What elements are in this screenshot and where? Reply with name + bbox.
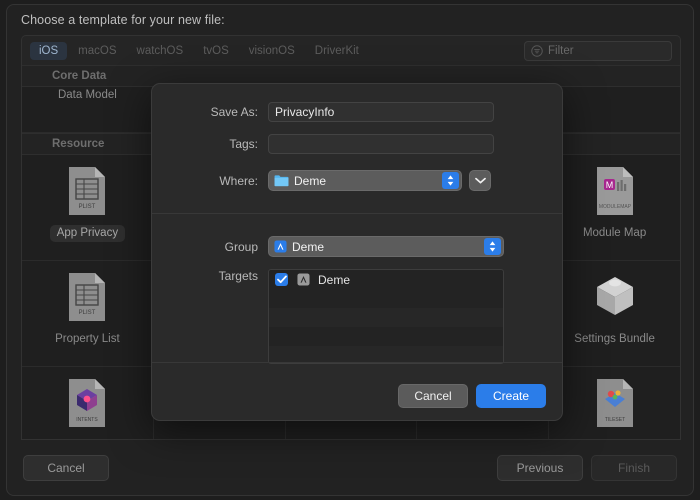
filter-placeholder: Filter: [548, 45, 574, 57]
filter-field[interactable]: Filter: [524, 41, 672, 61]
tab-macos[interactable]: macOS: [69, 42, 125, 60]
target-list-item[interactable]: [269, 308, 503, 327]
settings-bundle-icon: [596, 277, 633, 315]
targets-row: Targets Deme: [152, 269, 562, 364]
folder-icon: [274, 175, 289, 187]
new-file-template-window: Choose a template for your new file: iOS…: [6, 4, 694, 496]
tab-tvos[interactable]: tvOS: [194, 42, 238, 60]
sheet-cancel-button[interactable]: Cancel: [398, 384, 468, 408]
svg-text:M: M: [605, 180, 613, 190]
where-label: Where:: [219, 173, 258, 188]
svg-text:INTENTS: INTENTS: [77, 417, 99, 423]
targets-label: Targets: [218, 269, 258, 283]
platform-tabbar: iOS macOS watchOS tvOS visionOS DriverKi…: [21, 35, 681, 65]
tags-input[interactable]: [268, 134, 494, 154]
tags-label: Tags:: [229, 137, 258, 151]
template-cell[interactable]: Data Model: [22, 87, 154, 105]
modulemap-file-icon: M MODULEMAP: [596, 167, 633, 215]
template-label: Settings Bundle: [574, 333, 655, 345]
save-file-sheet: Save As: PrivacyInfo Tags: Where: Deme G…: [151, 83, 563, 421]
tab-driverkit[interactable]: DriverKit: [306, 42, 368, 60]
expand-browser-button[interactable]: [469, 170, 491, 191]
template-label: Data Model: [57, 89, 117, 101]
target-list-item[interactable]: [269, 327, 503, 346]
targets-list[interactable]: Deme: [268, 269, 504, 364]
window-footer: Cancel Previous Finish: [7, 441, 693, 495]
tab-visionos[interactable]: visionOS: [240, 42, 304, 60]
template-label: Module Map: [582, 227, 647, 239]
target-checkbox[interactable]: [275, 273, 288, 286]
tileset-file-icon: TILESET: [596, 379, 633, 427]
save-as-input[interactable]: PrivacyInfo: [268, 102, 494, 122]
group-popup-button[interactable]: Deme: [268, 236, 504, 257]
plist-file-icon: PLIST: [69, 273, 106, 321]
previous-button[interactable]: Previous: [497, 455, 583, 481]
plist-file-icon: PLIST: [69, 167, 106, 215]
where-value: Deme: [294, 173, 327, 188]
template-label: SpriteKit: [322, 437, 379, 439]
page-title: Choose a template for your new file:: [21, 13, 225, 27]
template-label: SpriteKit Action: [173, 437, 265, 439]
template-label: SiriKit Intent: [49, 437, 125, 439]
chevron-down-icon: [474, 177, 486, 184]
target-list-item[interactable]: [269, 289, 503, 308]
sheet-top-section: Save As: PrivacyInfo Tags: Where: Deme: [152, 84, 562, 213]
template-label: App Privacy: [49, 225, 126, 243]
where-row: Where: Deme: [152, 170, 562, 191]
intents-file-icon: INTENTS: [69, 379, 106, 427]
svg-text:TILESET: TILESET: [604, 417, 624, 423]
sheet-divider-bottom: [152, 362, 562, 363]
tags-row: Tags:: [152, 134, 562, 154]
svg-text:PLIST: PLIST: [79, 204, 96, 210]
svg-text:MODULEMAP: MODULEMAP: [598, 204, 631, 210]
template-label: SpriteKit Scene: [436, 437, 529, 439]
chevron-updown-icon[interactable]: [442, 172, 459, 189]
template-cell-app-privacy[interactable]: PLIST App Privacy: [22, 155, 154, 260]
save-as-row: Save As: PrivacyInfo: [152, 102, 562, 122]
sheet-actions: Cancel Create: [152, 372, 562, 408]
target-list-item[interactable]: Deme: [269, 270, 503, 289]
group-label: Group: [224, 239, 258, 254]
checkmark-icon: [276, 275, 287, 284]
template-cell-module-map[interactable]: M MODULEMAP Module Map: [549, 155, 680, 260]
sheet-create-button[interactable]: Create: [476, 384, 546, 408]
target-name: Deme: [318, 272, 351, 287]
cancel-button[interactable]: Cancel: [23, 455, 109, 481]
where-popup-button[interactable]: Deme: [268, 170, 462, 191]
template-label: SpriteKit Tile Set: [565, 437, 664, 439]
tab-ios[interactable]: iOS: [30, 41, 68, 60]
template-cell-spritekit-tile-set[interactable]: TILESET SpriteKit Tile Set: [549, 367, 680, 439]
save-as-label: Save As:: [210, 105, 258, 119]
template-cell-settings-bundle[interactable]: Settings Bundle: [549, 261, 680, 366]
finish-button[interactable]: Finish: [591, 455, 677, 481]
group-value: Deme: [292, 239, 325, 254]
group-row: Group Deme: [152, 236, 562, 257]
sheet-middle-section: Group Deme Targets Deme: [152, 214, 562, 364]
template-label: Property List: [55, 333, 120, 345]
xcode-project-icon: [274, 240, 287, 253]
template-cell-sirikit-intent[interactable]: INTENTS SiriKit Intent: [22, 367, 154, 439]
template-cell-property-list[interactable]: PLIST Property List: [22, 261, 154, 366]
xcode-target-icon: [297, 273, 310, 286]
filter-icon: [531, 45, 543, 57]
chevron-updown-icon[interactable]: [484, 238, 501, 255]
tab-watchos[interactable]: watchOS: [128, 42, 193, 60]
svg-text:PLIST: PLIST: [79, 310, 96, 316]
